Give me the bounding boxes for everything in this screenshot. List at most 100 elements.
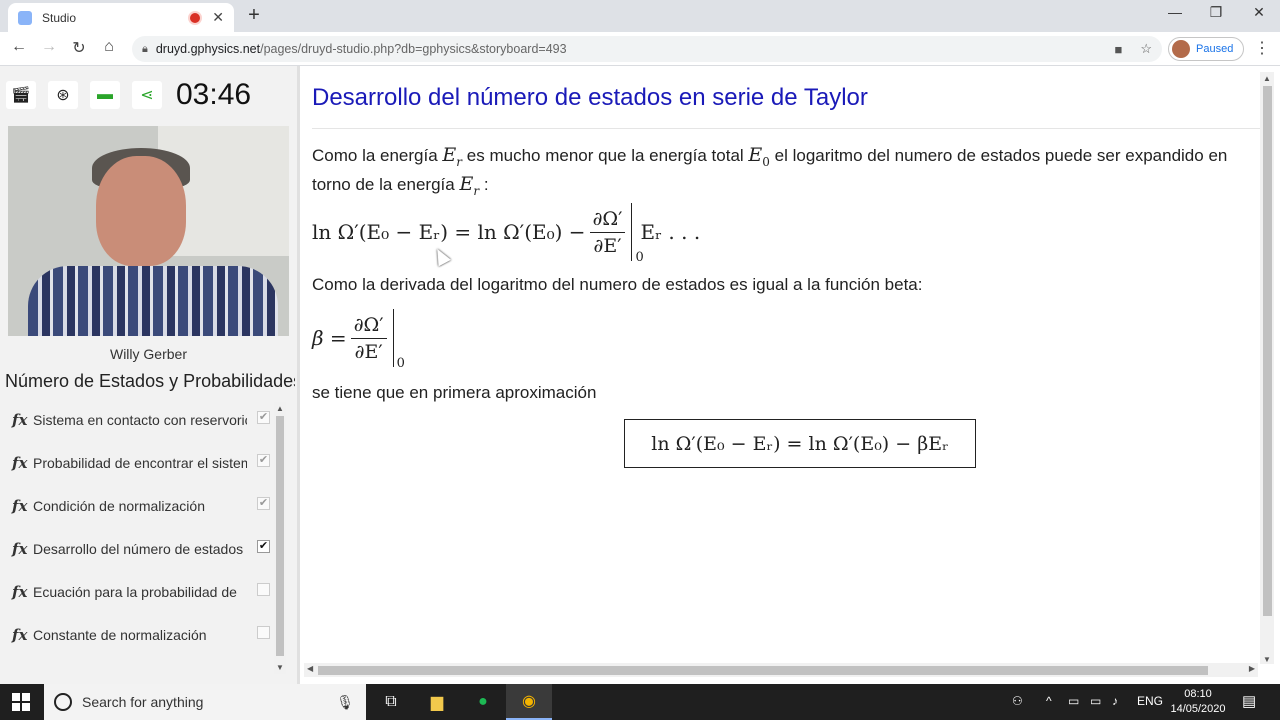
content-vertical-scrollbar[interactable]: ▲ ▼: [1260, 72, 1274, 664]
paragraph-beta: Como la derivada del logaritmo del numer…: [312, 275, 923, 294]
title-divider: [312, 128, 1262, 129]
list-item[interactable]: fx Sistema en contacto con reservorio ✔: [0, 398, 274, 441]
page-title: Desarrollo del número de estados en seri…: [312, 84, 868, 111]
elapsed-timer: 03:46: [176, 78, 252, 111]
clock[interactable]: 08:10 14/05/2020: [1168, 687, 1228, 717]
scroll-thumb[interactable]: [276, 416, 284, 656]
list-item-label: Ecuación para la probabilidad de: [33, 583, 237, 600]
function-icon: fx: [12, 410, 28, 429]
tray-chevron-icon[interactable]: ^: [1046, 694, 1052, 708]
list-item-label: Constante de normalización: [33, 626, 207, 643]
home-icon[interactable]: ⌂: [98, 38, 120, 56]
beta-equation: β = ∂Ω′ ∂E′ 0: [312, 308, 405, 371]
task-view-icon[interactable]: ⧉: [368, 684, 414, 720]
close-window-button[interactable]: ✕: [1244, 4, 1274, 21]
paragraph-intro: Como la energía Er es mucho menor que la…: [312, 144, 1228, 198]
network-icon[interactable]: ▭: [1068, 694, 1079, 708]
checkbox[interactable]: ✔: [257, 540, 270, 553]
topic-list: fx Sistema en contacto con reservorio ✔ …: [0, 398, 274, 656]
recording-indicator-icon: [190, 12, 201, 23]
scroll-down-icon[interactable]: ▼: [1260, 655, 1274, 664]
left-panel: 🎬︎ ⊛ ▬ ⋖ 03:46 Willy Gerber Número de Es…: [0, 66, 297, 684]
list-item-label: Condición de normalización: [33, 497, 205, 514]
cortana-icon: [54, 693, 72, 711]
scroll-thumb[interactable]: [1263, 86, 1272, 616]
spotify-icon[interactable]: ●: [460, 684, 506, 720]
minimize-button[interactable]: —: [1160, 4, 1190, 20]
people-icon[interactable]: ⚇: [1012, 694, 1023, 708]
clock-date: 14/05/2020: [1170, 703, 1226, 715]
function-icon: fx: [12, 453, 28, 472]
list-item-label: Sistema en contacto con reservorio: [33, 411, 247, 428]
reload-icon[interactable]: ↻: [68, 38, 90, 58]
player-controls: 🎬︎ ⊛ ▬ ⋖ 03:46: [6, 78, 252, 111]
browser-tab[interactable]: Studio ✕: [8, 3, 234, 32]
new-tab-button[interactable]: +: [244, 4, 264, 27]
language-indicator[interactable]: ENG: [1137, 694, 1163, 708]
scroll-up-icon[interactable]: ▲: [274, 404, 286, 413]
scroll-up-icon[interactable]: ▲: [1260, 74, 1274, 83]
back-icon[interactable]: ←: [8, 38, 30, 56]
list-item[interactable]: fx Ecuación para la probabilidad de: [0, 570, 274, 613]
topic-list-scrollbar[interactable]: ▲ ▼: [274, 402, 286, 674]
checkbox[interactable]: ✔: [257, 411, 270, 424]
checkbox[interactable]: ✔: [257, 497, 270, 510]
taskbar-search[interactable]: Search for anything 🎙︎: [44, 684, 366, 720]
profile-button[interactable]: Paused: [1168, 37, 1244, 61]
taylor-equation: ln Ω′(E₀ − Eᵣ) = ln Ω′(E₀) − ∂Ω′ ∂E′ 0 Eᵣ…: [312, 202, 700, 265]
search-placeholder: Search for anything: [82, 694, 204, 710]
checkbox[interactable]: [257, 626, 270, 639]
list-item[interactable]: fx Condición de normalización ✔: [0, 484, 274, 527]
file-explorer-icon[interactable]: ▆: [414, 684, 460, 720]
close-tab-icon[interactable]: ✕: [212, 9, 224, 26]
notifications-icon[interactable]: ▤: [1242, 692, 1256, 710]
windows-start-icon[interactable]: [12, 693, 30, 711]
clock-time: 08:10: [1184, 688, 1212, 700]
list-item[interactable]: fx Desarrollo del número de estados ✔: [0, 527, 274, 570]
function-icon: fx: [12, 539, 28, 558]
microphone-icon[interactable]: 🎙︎: [336, 694, 354, 711]
volume-icon[interactable]: ♪: [1112, 694, 1118, 708]
chrome-icon[interactable]: ◉: [506, 684, 552, 720]
content-panel: Desarrollo del número de estados en seri…: [300, 66, 1280, 684]
studio-favicon-icon: [18, 10, 32, 25]
tab-title: Studio: [42, 10, 77, 25]
profile-status: Paused: [1196, 43, 1234, 55]
list-item-label: Desarrollo del número de estados: [33, 540, 244, 557]
checkbox[interactable]: ✔: [257, 454, 270, 467]
lock-icon: 🔒︎: [142, 42, 148, 55]
scroll-left-icon[interactable]: ◀: [307, 664, 313, 673]
list-item[interactable]: fx Constante de normalización: [0, 613, 274, 656]
battery-icon[interactable]: ▭: [1090, 694, 1101, 708]
function-icon: fx: [12, 582, 28, 601]
film-reel-icon[interactable]: ⊛: [48, 81, 78, 109]
forward-icon[interactable]: →: [38, 38, 60, 56]
browser-toolbar: ← → ↻ ⌂ 🔒︎ druyd.gphysics.net/pages/druy…: [0, 32, 1280, 66]
boxed-result-equation: ln Ω′(E₀ − Eᵣ) = ln Ω′(E₀) − βEᵣ: [624, 419, 976, 468]
share-icon[interactable]: ⋖: [132, 81, 162, 109]
checkbox[interactable]: [257, 583, 270, 596]
url-text: druyd.gphysics.net/pages/druyd-studio.ph…: [155, 42, 567, 56]
avatar: [1172, 40, 1190, 58]
taskbar: Search for anything 🎙︎ ⧉ ▆ ● ◉ ⚇ ^ ▭ ▭ ♪…: [0, 684, 1280, 720]
function-icon: fx: [12, 496, 28, 515]
address-bar[interactable]: 🔒︎ druyd.gphysics.net/pages/druyd-studio…: [132, 36, 1162, 62]
scroll-right-icon[interactable]: ▶: [1249, 664, 1255, 673]
clapperboard-icon[interactable]: 🎬︎: [6, 81, 36, 109]
list-item-label: Probabilidad de encontrar el sistema: [33, 454, 247, 471]
browser-menu-icon[interactable]: ⋮: [1254, 38, 1270, 58]
function-icon: fx: [12, 625, 28, 644]
presenter-video: [8, 126, 289, 336]
presenter-name: Willy Gerber: [109, 346, 187, 362]
bookmark-star-icon[interactable]: ☆: [1140, 41, 1152, 57]
paragraph-approx: se tiene que en primera aproximación: [312, 383, 597, 402]
section-title: Número de Estados y Probabilidades: [5, 371, 295, 391]
content-horizontal-scrollbar[interactable]: ◀ ▶: [304, 663, 1258, 677]
screen-icon[interactable]: ▬: [90, 81, 120, 109]
camera-icon[interactable]: ■: [1114, 42, 1122, 57]
scroll-down-icon[interactable]: ▼: [274, 663, 286, 672]
scroll-thumb[interactable]: [318, 666, 1208, 675]
restore-button[interactable]: ❐: [1201, 4, 1231, 21]
browser-tab-bar: Studio ✕ + — ❐ ✕: [0, 0, 1280, 32]
list-item[interactable]: fx Probabilidad de encontrar el sistema …: [0, 441, 274, 484]
